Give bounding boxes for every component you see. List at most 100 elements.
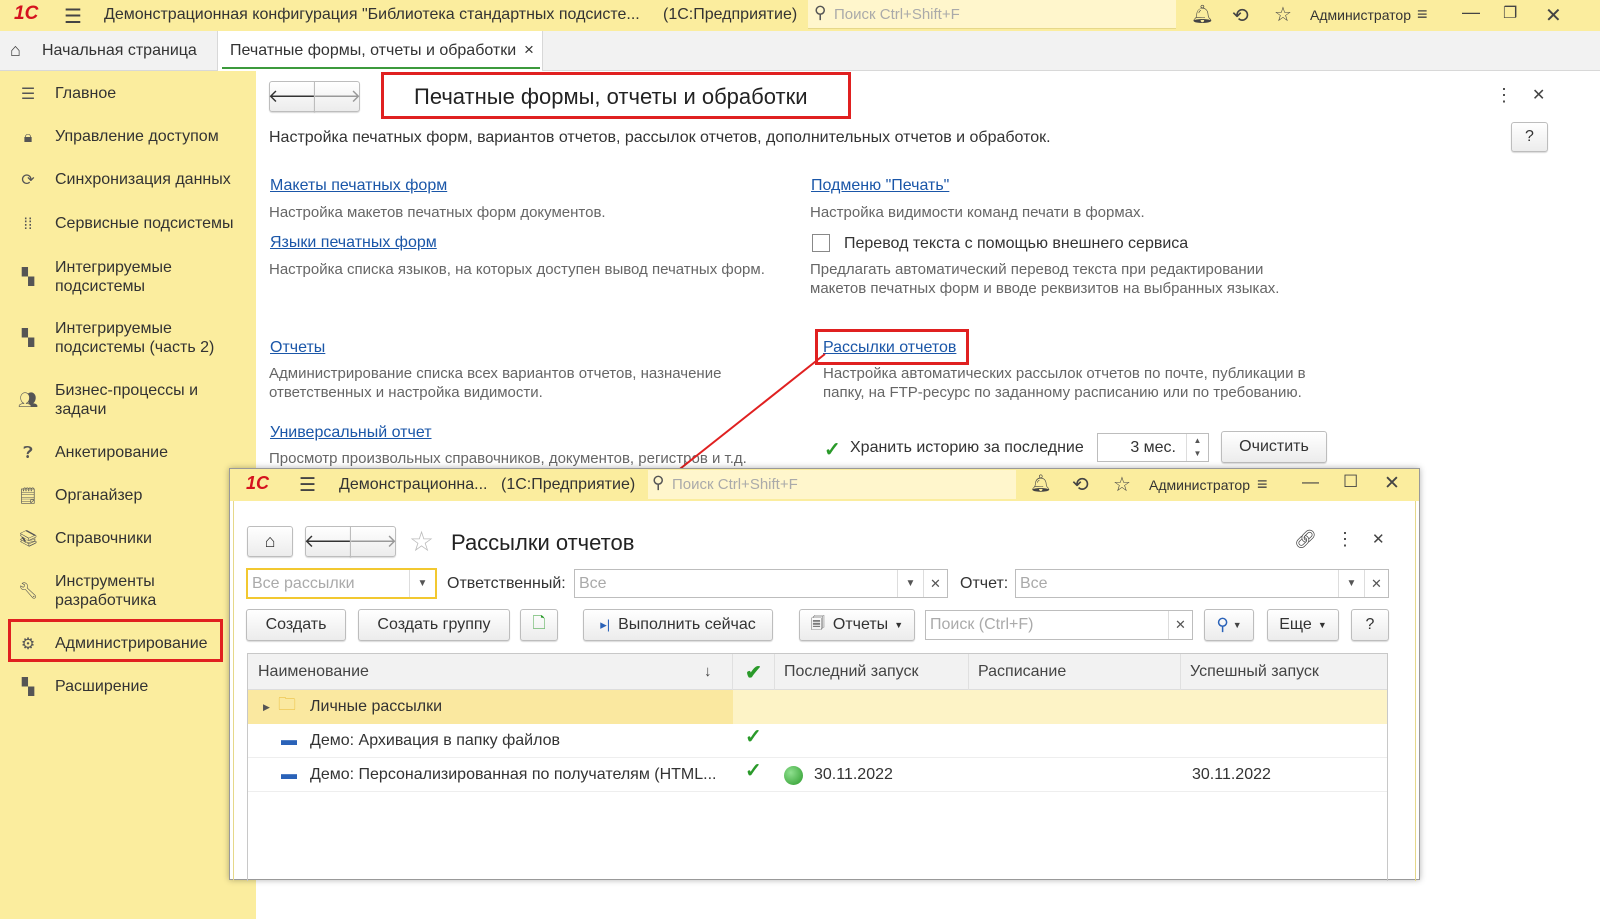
history-stepper[interactable]: ▲ ▼ (1186, 434, 1208, 461)
back-button[interactable]: 🡐 (304, 526, 352, 557)
sidebar-item-6[interactable]: 👥︎ Бизнес-процессы и задачи (0, 381, 256, 419)
column-enabled[interactable]: ✔ (733, 654, 775, 690)
link-reports[interactable]: Отчеты (270, 339, 325, 357)
sidebar-item-label: Органайзер (55, 487, 143, 504)
minimize-icon[interactable]: — (1462, 2, 1480, 23)
bell-icon[interactable]: 🔔︎ (1030, 474, 1052, 494)
clear-history-button[interactable]: Очистить (1221, 431, 1327, 463)
star-icon[interactable]: ☆ (1274, 2, 1292, 27)
more-button[interactable]: Еще ▼ (1267, 609, 1339, 641)
user-name[interactable]: Администратор (1310, 7, 1411, 23)
expand-icon[interactable]: ▶ (263, 690, 270, 724)
chevron-down-icon[interactable]: ▼ (409, 570, 435, 597)
clear-icon[interactable]: ✕ (1364, 570, 1388, 597)
sidebar-item-3[interactable]: ⁞⁞ Сервисные подсистемы (0, 214, 256, 234)
main-menu-icon[interactable]: ☰ (64, 4, 82, 29)
back-button[interactable]: 🡐 (268, 81, 316, 112)
run-icon: ▸| (600, 617, 611, 632)
clear-icon[interactable]: ✕ (1168, 611, 1192, 639)
star-icon[interactable]: ☆ (1113, 472, 1131, 497)
tab-home[interactable]: ⌂ Начальная страница (0, 31, 216, 71)
responsible-input[interactable]: Все ▼ ✕ (574, 569, 948, 598)
sidebar-item-0[interactable]: ☰ Главное (0, 84, 256, 104)
maximize-icon[interactable]: ☐ (1343, 472, 1358, 492)
help-button[interactable]: ? (1511, 122, 1548, 152)
link-print-languages[interactable]: Языки печатных форм (270, 234, 437, 252)
sidebar-item-2[interactable]: ⟳ Синхронизация данных (0, 170, 256, 190)
window-user[interactable]: Администратор (1149, 477, 1250, 493)
clear-icon[interactable]: ✕ (923, 570, 947, 597)
search-options-button[interactable]: ⚲ ▼ (1204, 609, 1254, 641)
link-icon[interactable]: 🔗︎ (1294, 529, 1317, 550)
notebook-icon: 🗒︎ (17, 487, 39, 505)
list-search-input[interactable]: Поиск (Ctrl+F) ✕ (925, 610, 1193, 640)
page-subtitle: Настройка печатных форм, вариантов отчет… (269, 129, 1051, 146)
app-platform: (1С:Предприятие) (663, 6, 798, 23)
column-last-run[interactable]: Последний запуск (775, 654, 969, 690)
history-icon[interactable]: ⟲ (1072, 472, 1089, 497)
more-actions-icon[interactable]: ⋮ (1495, 85, 1513, 106)
column-schedule[interactable]: Расписание (969, 654, 1181, 690)
close-icon[interactable]: ✕ (1545, 3, 1562, 28)
sidebar-item-5[interactable]: ▚ Интегрируемые подсистемы (часть 2) (0, 319, 256, 357)
favorite-star-icon[interactable]: ☆ (409, 525, 434, 558)
table-header: Наименование ↓ ✔ Последний запуск Распис… (248, 654, 1387, 690)
link-print-templates[interactable]: Макеты печатных форм (270, 177, 447, 195)
help-button[interactable]: ? (1351, 609, 1389, 641)
window-title: Демонстрационна... (339, 476, 488, 493)
column-name[interactable]: Наименование ↓ (248, 654, 733, 690)
bell-icon[interactable]: 🔔︎ (1191, 4, 1214, 25)
restore-icon[interactable]: ❐ (1503, 3, 1517, 23)
global-search-input[interactable]: ⚲ Поиск Ctrl+Shift+F (808, 0, 1176, 29)
sidebar-item-7[interactable]: ❓︎ Анкетирование (0, 443, 256, 463)
sidebar-item-label: Справочники (55, 530, 152, 547)
window-search-input[interactable]: ⚲ Поиск Ctrl+Shift+F (648, 470, 1016, 499)
sidebar-item-label: Расширение (55, 678, 149, 695)
home-button[interactable]: ⌂ (247, 526, 293, 557)
table-row[interactable]: ▬ Демо: Персонализированная по получател… (248, 758, 1387, 792)
create-group-button[interactable]: Создать группу (358, 609, 510, 641)
window-settings-icon[interactable]: ≡ (1257, 474, 1268, 495)
chevron-down-icon[interactable]: ▼ (897, 570, 923, 597)
run-now-button[interactable]: ▸| Выполнить сейчас (583, 609, 773, 641)
sidebar-item-1[interactable]: 🔒︎ Управление доступом (0, 127, 256, 147)
sidebar-item-8[interactable]: 🗒︎ Органайзер (0, 486, 256, 506)
column-success[interactable]: Успешный запуск (1181, 654, 1387, 690)
forward-button[interactable]: 🡒 (349, 526, 397, 557)
sidebar-item-10[interactable]: 🔧︎ Инструменты разработчика (0, 572, 256, 610)
sidebar-item-9[interactable]: 📚︎ Справочники (0, 529, 256, 549)
link-universal-report[interactable]: Универсальный отчет (270, 424, 432, 442)
history-icon[interactable]: ⟲ (1232, 3, 1249, 28)
report-input[interactable]: Все ▼ ✕ (1015, 569, 1389, 598)
link-print-submenu[interactable]: Подменю "Печать" (811, 177, 949, 195)
translate-checkbox[interactable] (812, 234, 830, 252)
close-icon[interactable]: ✕ (1384, 472, 1400, 495)
sidebar-item-label: Сервисные подсистемы (55, 215, 234, 232)
add-copy-button[interactable]: 🗋︎ (520, 609, 558, 641)
table-row[interactable]: ▶ 🗀︎ Личные рассылки (248, 690, 1387, 724)
books-icon: 📚︎ (17, 530, 39, 548)
sidebar-item-label: Анкетирование (55, 444, 169, 461)
item-icon: ▬ (281, 732, 297, 749)
settings-menu-icon[interactable]: ≡ (1417, 4, 1428, 25)
window-menu-icon[interactable]: ☰ (299, 474, 316, 497)
form-close-icon[interactable]: ✕ (1372, 530, 1385, 548)
more-actions-icon[interactable]: ⋮ (1336, 529, 1354, 550)
chevron-down-icon[interactable]: ▼ (1338, 570, 1364, 597)
create-button[interactable]: Создать (246, 609, 346, 641)
form-title: Рассылки отчетов (451, 530, 635, 555)
mailing-kind-select[interactable]: Все рассылки ▼ (246, 568, 437, 599)
form-close-icon[interactable]: ✕ (1532, 85, 1545, 105)
sidebar: ☰ Главное 🔒︎ Управление доступом ⟳ Синхрониза… (0, 71, 256, 919)
table-row[interactable]: ▬ Демо: Архивация в папку файлов ✓ (248, 724, 1387, 758)
tab-print-forms[interactable]: Печатные формы, отчеты и обработки × (217, 31, 543, 71)
sidebar-item-12[interactable]: ▚ Расширение (0, 677, 256, 697)
minimize-icon[interactable]: — (1302, 472, 1319, 492)
reports-menu-button[interactable]: 🗐︎ Отчеты ▼ (799, 609, 915, 641)
users-icon: 👥︎ (17, 391, 39, 409)
arrow-right-icon: 🡒 (312, 86, 362, 106)
forward-button[interactable]: 🡒 (312, 81, 362, 112)
tab-close-icon[interactable]: × (524, 40, 534, 60)
desc-print-templates: Настройка макетов печатных форм документ… (269, 204, 606, 221)
sidebar-item-4[interactable]: ▚ Интегрируемые подсистемы (0, 258, 256, 296)
